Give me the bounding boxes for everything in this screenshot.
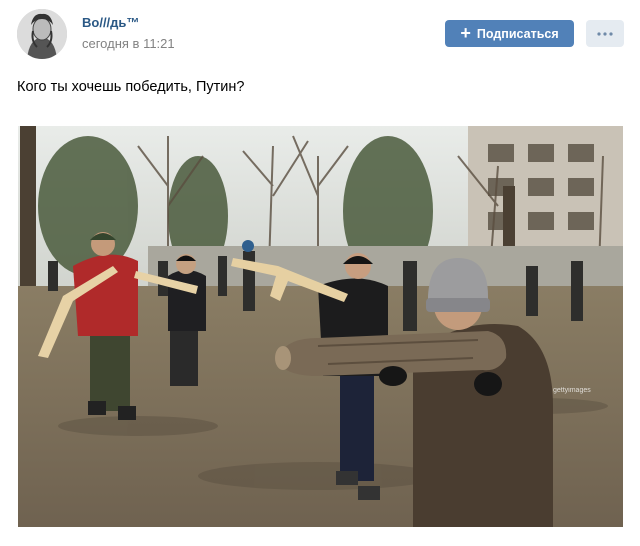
post-text: Кого ты хочешь победить, Путин? (17, 79, 245, 95)
author-name[interactable]: Во///дь™ (82, 15, 139, 30)
post-header: Во///дь™ сегодня в 11:21 + Подписаться (0, 0, 640, 70)
more-dots-icon (597, 31, 613, 36)
post-photo[interactable]: gettyimages (18, 126, 623, 527)
more-button[interactable] (586, 20, 624, 47)
subscribe-button[interactable]: + Подписаться (445, 20, 574, 47)
photo-watermark: gettyimages (553, 387, 591, 394)
post-time[interactable]: сегодня в 11:21 (82, 36, 175, 51)
avatar[interactable] (17, 9, 67, 59)
subscribe-label: Подписаться (476, 26, 559, 41)
plus-icon: + (460, 22, 471, 43)
